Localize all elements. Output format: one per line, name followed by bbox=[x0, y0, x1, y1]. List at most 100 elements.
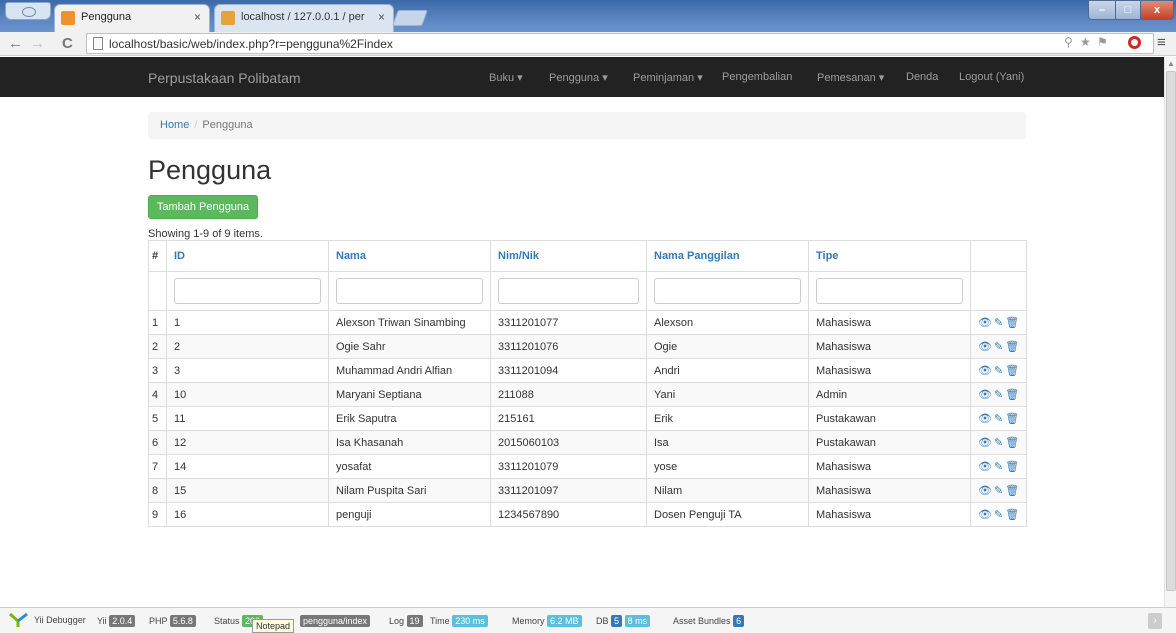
extension-icon[interactable] bbox=[1128, 36, 1141, 49]
nav-denda[interactable]: Denda bbox=[906, 71, 938, 83]
page-title: Pengguna bbox=[148, 155, 272, 185]
edit-icon[interactable]: ✎ bbox=[994, 389, 1005, 401]
filter-cell-empty bbox=[970, 271, 1027, 311]
tab-title: Pengguna bbox=[81, 11, 132, 23]
php-version-badge: 5.6.8 bbox=[169, 615, 196, 627]
row-actions: 👁✎🗑 bbox=[970, 454, 1027, 479]
tab-pengguna[interactable]: Pengguna × bbox=[54, 4, 210, 32]
nav-logout[interactable]: Logout (Yani) bbox=[959, 71, 1024, 83]
window-minimize-button[interactable]: – bbox=[1088, 0, 1116, 20]
col-header-nama[interactable]: Nama bbox=[328, 240, 491, 272]
scroll-thumb[interactable] bbox=[1166, 71, 1176, 591]
tab-close-icon[interactable]: × bbox=[378, 10, 385, 24]
edit-icon[interactable]: ✎ bbox=[994, 341, 1005, 353]
php-version-item[interactable]: PHP 5.6.8 bbox=[149, 615, 196, 627]
new-tab-button[interactable] bbox=[392, 10, 428, 26]
edit-icon[interactable]: ✎ bbox=[994, 485, 1005, 497]
nav-pengguna[interactable]: Pengguna ▾ bbox=[549, 71, 608, 84]
browser-profile-icon[interactable] bbox=[5, 2, 51, 20]
delete-icon[interactable]: 🗑 bbox=[1005, 461, 1021, 473]
debug-toggle-icon[interactable]: › bbox=[1148, 613, 1162, 629]
filter-tipe-input[interactable] bbox=[816, 278, 963, 304]
delete-icon[interactable]: 🗑 bbox=[1005, 509, 1021, 521]
asset-bundles-badge: 6 bbox=[733, 615, 745, 627]
filter-panggilan-input[interactable] bbox=[654, 278, 801, 304]
nav-pengembalian[interactable]: Pengembalian bbox=[722, 71, 792, 83]
db-item[interactable]: DB 5 8 ms bbox=[596, 615, 651, 627]
nav-buku[interactable]: Buku ▾ bbox=[489, 71, 523, 84]
view-icon[interactable]: 👁 bbox=[978, 509, 994, 521]
view-icon[interactable]: 👁 bbox=[978, 317, 994, 329]
yii-version-item[interactable]: Yii 2.0.4 bbox=[97, 615, 136, 627]
view-icon[interactable]: 👁 bbox=[978, 389, 994, 401]
edit-icon[interactable]: ✎ bbox=[994, 437, 1005, 449]
page-scrollbar[interactable]: ▲ bbox=[1164, 57, 1176, 607]
view-icon[interactable]: 👁 bbox=[978, 437, 994, 449]
back-icon[interactable]: ← bbox=[8, 34, 23, 54]
edit-icon[interactable]: ✎ bbox=[994, 413, 1005, 425]
users-table: # ID Nama Nim/Nik Nama Panggilan Tipe 11… bbox=[148, 240, 1027, 527]
col-header-nim[interactable]: Nim/Nik bbox=[490, 240, 647, 272]
bookmark-star-icon[interactable]: ★ bbox=[1080, 35, 1091, 49]
edit-icon[interactable]: ✎ bbox=[994, 509, 1005, 521]
debugger-title[interactable]: Yii Debugger bbox=[34, 615, 86, 625]
view-icon[interactable]: 👁 bbox=[978, 365, 994, 377]
col-header-panggilan[interactable]: Nama Panggilan bbox=[646, 240, 809, 272]
row-actions: 👁✎🗑 bbox=[970, 406, 1027, 431]
row-number: 1 bbox=[148, 310, 167, 335]
forward-icon[interactable]: → bbox=[30, 34, 45, 54]
tab-close-icon[interactable]: × bbox=[194, 10, 201, 24]
row-actions: 👁✎🗑 bbox=[970, 334, 1027, 359]
brand-link[interactable]: Perpustakaan Polibatam bbox=[148, 70, 301, 86]
row-number: 3 bbox=[148, 358, 167, 383]
browser-toolbar: ← → C localhost/basic/web/index.php?r=pe… bbox=[0, 32, 1176, 56]
zoom-icon[interactable]: ⚲ bbox=[1064, 35, 1073, 49]
col-header-id[interactable]: ID bbox=[166, 240, 329, 272]
scroll-up-icon[interactable]: ▲ bbox=[1167, 59, 1175, 68]
nav-peminjaman[interactable]: Peminjaman ▾ bbox=[633, 71, 703, 84]
view-icon[interactable]: 👁 bbox=[978, 413, 994, 425]
delete-icon[interactable]: 🗑 bbox=[1005, 437, 1021, 449]
filter-cell-empty bbox=[148, 271, 167, 311]
window-maximize-button[interactable]: □ bbox=[1115, 0, 1141, 20]
time-item[interactable]: Time 230 ms bbox=[430, 615, 488, 627]
delete-icon[interactable]: 🗑 bbox=[1005, 365, 1021, 377]
edit-icon[interactable]: ✎ bbox=[994, 365, 1005, 377]
delete-icon[interactable]: 🗑 bbox=[1005, 413, 1021, 425]
route-item[interactable]: pengguna/index bbox=[300, 615, 371, 627]
edit-icon[interactable]: ✎ bbox=[994, 317, 1005, 329]
notepad-tooltip: Notepad bbox=[252, 619, 295, 633]
filter-nim-input[interactable] bbox=[498, 278, 639, 304]
asset-bundles-item[interactable]: Asset Bundles 6 bbox=[673, 615, 745, 627]
delete-icon[interactable]: 🗑 bbox=[1005, 485, 1021, 497]
view-icon[interactable]: 👁 bbox=[978, 341, 994, 353]
translate-icon[interactable]: ⚑ bbox=[1097, 35, 1108, 49]
filter-nama-input[interactable] bbox=[336, 278, 483, 304]
table-row: 5 11 Erik Saputra 215161 Erik Pustakawan 👁✎🗑 bbox=[148, 406, 1027, 431]
view-icon[interactable]: 👁 bbox=[978, 485, 994, 497]
row-panggilan: Dosen Penguji TA bbox=[646, 502, 809, 527]
memory-item[interactable]: Memory 6.2 MB bbox=[512, 615, 582, 627]
window-close-button[interactable]: x bbox=[1140, 0, 1174, 20]
address-bar[interactable]: localhost/basic/web/index.php?r=pengguna… bbox=[86, 33, 1154, 54]
tab-phpmyadmin[interactable]: localhost / 127.0.0.1 / per × bbox=[214, 4, 394, 32]
filter-id-input[interactable] bbox=[174, 278, 321, 304]
row-panggilan: Erik bbox=[646, 406, 809, 431]
row-number: 7 bbox=[148, 454, 167, 479]
reload-icon[interactable]: C bbox=[62, 34, 73, 54]
view-icon[interactable]: 👁 bbox=[978, 461, 994, 473]
log-item[interactable]: Log 19 bbox=[389, 615, 423, 627]
yii-logo-icon bbox=[9, 612, 28, 627]
table-row: 2 2 Ogie Sahr 3311201076 Ogie Mahasiswa 👁✎🗑 bbox=[148, 334, 1027, 359]
delete-icon[interactable]: 🗑 bbox=[1005, 389, 1021, 401]
delete-icon[interactable]: 🗑 bbox=[1005, 341, 1021, 353]
nav-pemesanan[interactable]: Pemesanan ▾ bbox=[817, 71, 884, 84]
breadcrumb-home-link[interactable]: Home bbox=[160, 119, 189, 131]
menu-icon[interactable]: ≡ bbox=[1157, 34, 1166, 51]
breadcrumb: Home / Pengguna bbox=[148, 112, 1026, 139]
row-id: 2 bbox=[166, 334, 329, 359]
add-user-button[interactable]: Tambah Pengguna bbox=[148, 195, 258, 219]
delete-icon[interactable]: 🗑 bbox=[1005, 317, 1021, 329]
edit-icon[interactable]: ✎ bbox=[994, 461, 1005, 473]
col-header-tipe[interactable]: Tipe bbox=[808, 240, 971, 272]
